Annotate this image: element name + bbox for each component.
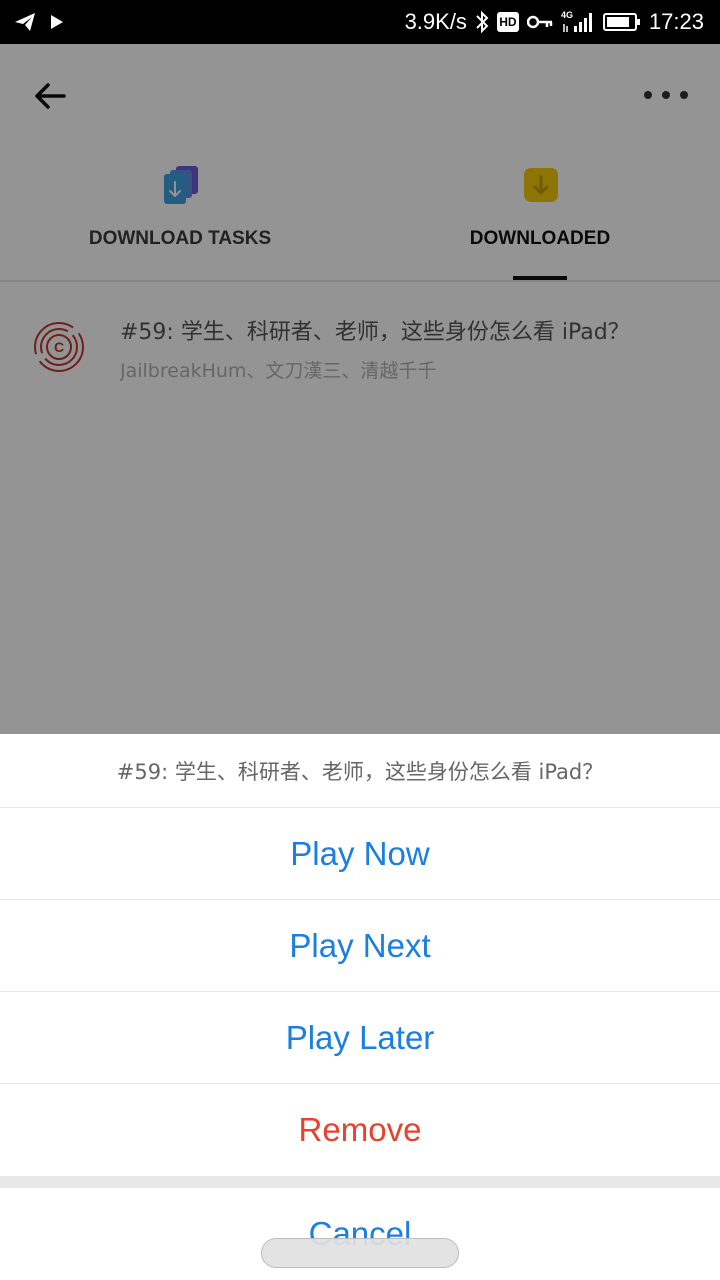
bluetooth-icon [475, 10, 489, 34]
send-icon [14, 12, 36, 32]
play-next-button[interactable]: Play Next [0, 900, 720, 992]
battery-icon [602, 12, 641, 32]
play-later-button[interactable]: Play Later [0, 992, 720, 1084]
action-sheet-title: #59: 学生、科研者、老师，这些身份怎么看 iPad？ [0, 734, 720, 808]
status-bar-right: 3.9K/s HD 4G 17:23 [405, 0, 704, 44]
status-bar: 3.9K/s HD 4G 17:23 [0, 0, 720, 44]
play-now-button[interactable]: Play Now [0, 808, 720, 900]
home-indicator[interactable] [261, 1238, 459, 1268]
vpn-key-icon [526, 14, 553, 30]
network-speed: 3.9K/s [404, 9, 467, 34]
play-icon [50, 14, 64, 30]
hd-icon: HD [496, 12, 519, 32]
status-bar-left [14, 12, 64, 32]
4g-signal-icon: 4G [561, 10, 595, 34]
remove-button[interactable]: Remove [0, 1084, 720, 1176]
action-sheet-divider [0, 1176, 720, 1188]
clock: 17:23 [648, 9, 704, 34]
hd-label: HD [496, 12, 519, 32]
action-sheet: #59: 学生、科研者、老师，这些身份怎么看 iPad？ Play Now Pl… [0, 734, 720, 1280]
